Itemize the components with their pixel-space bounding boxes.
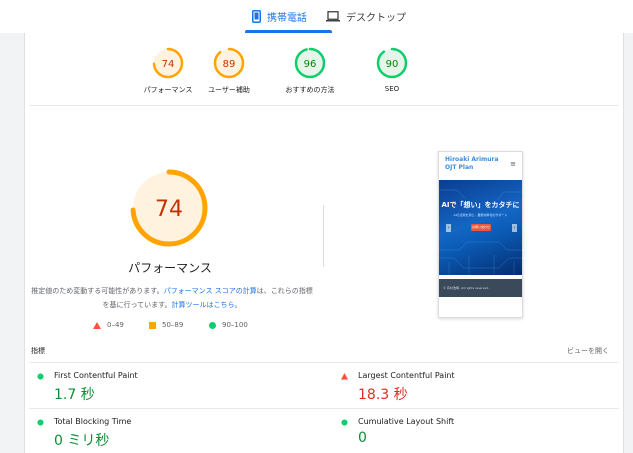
score-label: ユーザー補助 xyxy=(208,86,250,94)
desc-text-1: 推定値のため変動する可能性があります。 xyxy=(31,287,164,295)
score-ring: 74 xyxy=(152,47,184,79)
metric-value: 0 ミリ秒 xyxy=(54,433,110,449)
legend-good: 90–100 xyxy=(209,321,248,329)
score-value: 90 xyxy=(386,59,399,70)
score-gauge-seo[interactable]: 90 SEO xyxy=(347,46,437,93)
preview-header: Hiroaki Arimura OJT Plan ≡ xyxy=(439,152,522,180)
score-value: 74 xyxy=(162,59,175,70)
menu-icon: ≡ xyxy=(510,160,516,168)
expand-view-toggle[interactable]: ビューを開く xyxy=(567,346,609,356)
score-label: SEO xyxy=(384,85,400,93)
score-ring: 90 xyxy=(376,47,408,79)
metric-name: Cumulative Layout Shift xyxy=(358,417,455,426)
metric-value: 18.3 秒 xyxy=(358,387,408,403)
metrics-header: 指標 xyxy=(31,347,45,355)
device-tabs: 携帯電話 デスクトップ xyxy=(0,0,633,33)
phone-icon xyxy=(252,10,261,23)
metric-name: Total Blocking Time xyxy=(54,417,132,426)
report-card: 74 パフォーマンス 89 ユーザー補助 96 おすすめの方法 90 SEO 74 パフォーマ… xyxy=(24,33,624,453)
score-label: おすすめの方法 xyxy=(285,86,335,94)
calculator-link[interactable]: 計算ツールはこちら。 xyxy=(171,301,241,309)
triangle-icon xyxy=(341,373,348,380)
legend-average-range: 50–89 xyxy=(162,321,184,329)
preview-site-title-1: Hiroaki Arimura xyxy=(445,156,499,163)
vertical-divider xyxy=(323,205,324,267)
triangle-icon xyxy=(93,321,101,329)
score-ring: 89 xyxy=(213,47,245,79)
metric-name: Largest Contentful Paint xyxy=(358,371,455,380)
metric-value: 1.7 秒 xyxy=(54,387,95,403)
preview-footer: © 有村浩明. All rights reserved. xyxy=(439,279,522,297)
legend-good-range: 90–100 xyxy=(222,321,248,329)
tab-mobile[interactable]: 携帯電話 xyxy=(252,9,307,24)
circle-icon xyxy=(341,419,348,426)
circle-icon xyxy=(209,321,216,329)
score-value: 96 xyxy=(304,59,317,70)
circle-icon xyxy=(37,419,44,426)
square-icon xyxy=(149,321,156,329)
legend-average: 50–89 xyxy=(149,321,183,329)
legend-poor-range: 0–49 xyxy=(107,321,124,329)
metric-name: First Contentful Paint xyxy=(54,371,138,380)
tab-desktop[interactable]: デスクトップ xyxy=(326,9,406,24)
preview-prev-arrow: ‹ xyxy=(446,224,451,232)
metric-value: 0 xyxy=(358,430,367,446)
preview-site-title-2: OJT Plan xyxy=(445,164,474,171)
preview-hero: AIで「想い」をカタチに AIの活用を通じ、業務効率化のサポート ‹ お問い合わ… xyxy=(439,180,522,275)
legend-poor: 0–49 xyxy=(93,321,124,329)
preview-hero-subtitle: AIの活用を通じ、業務効率化のサポート xyxy=(453,213,508,217)
tab-desktop-label: デスクトップ xyxy=(346,13,406,24)
performance-title: パフォーマンス xyxy=(128,261,212,275)
performance-gauge: 74 xyxy=(129,168,209,248)
score-value: 89 xyxy=(223,59,236,70)
performance-score: 74 xyxy=(155,197,183,222)
page-screenshot-preview: Hiroaki Arimura OJT Plan ≡ AIで「想い」をカタチに … xyxy=(438,151,523,318)
metrics-divider xyxy=(29,362,619,363)
score-calc-link[interactable]: パフォーマンス スコアの計算 xyxy=(164,287,257,295)
metrics-row-divider xyxy=(29,408,619,409)
score-gauge-accessibility[interactable]: 89 ユーザー補助 xyxy=(184,46,274,95)
score-gauge-best-practices[interactable]: 96 おすすめの方法 xyxy=(265,46,355,95)
preview-hero-button: お問い合わせ xyxy=(471,224,491,231)
score-ring: 96 xyxy=(294,47,326,79)
tab-mobile-label: 携帯電話 xyxy=(267,13,307,24)
performance-description: 推定値のため変動する可能性があります。パフォーマンス スコアの計算は、これらの指… xyxy=(31,284,313,312)
divider xyxy=(29,105,619,106)
laptop-icon xyxy=(326,11,340,22)
preview-next-arrow: › xyxy=(512,224,517,232)
preview-hero-title: AIで「想い」をカタチに xyxy=(441,201,520,209)
circle-icon xyxy=(37,373,44,380)
